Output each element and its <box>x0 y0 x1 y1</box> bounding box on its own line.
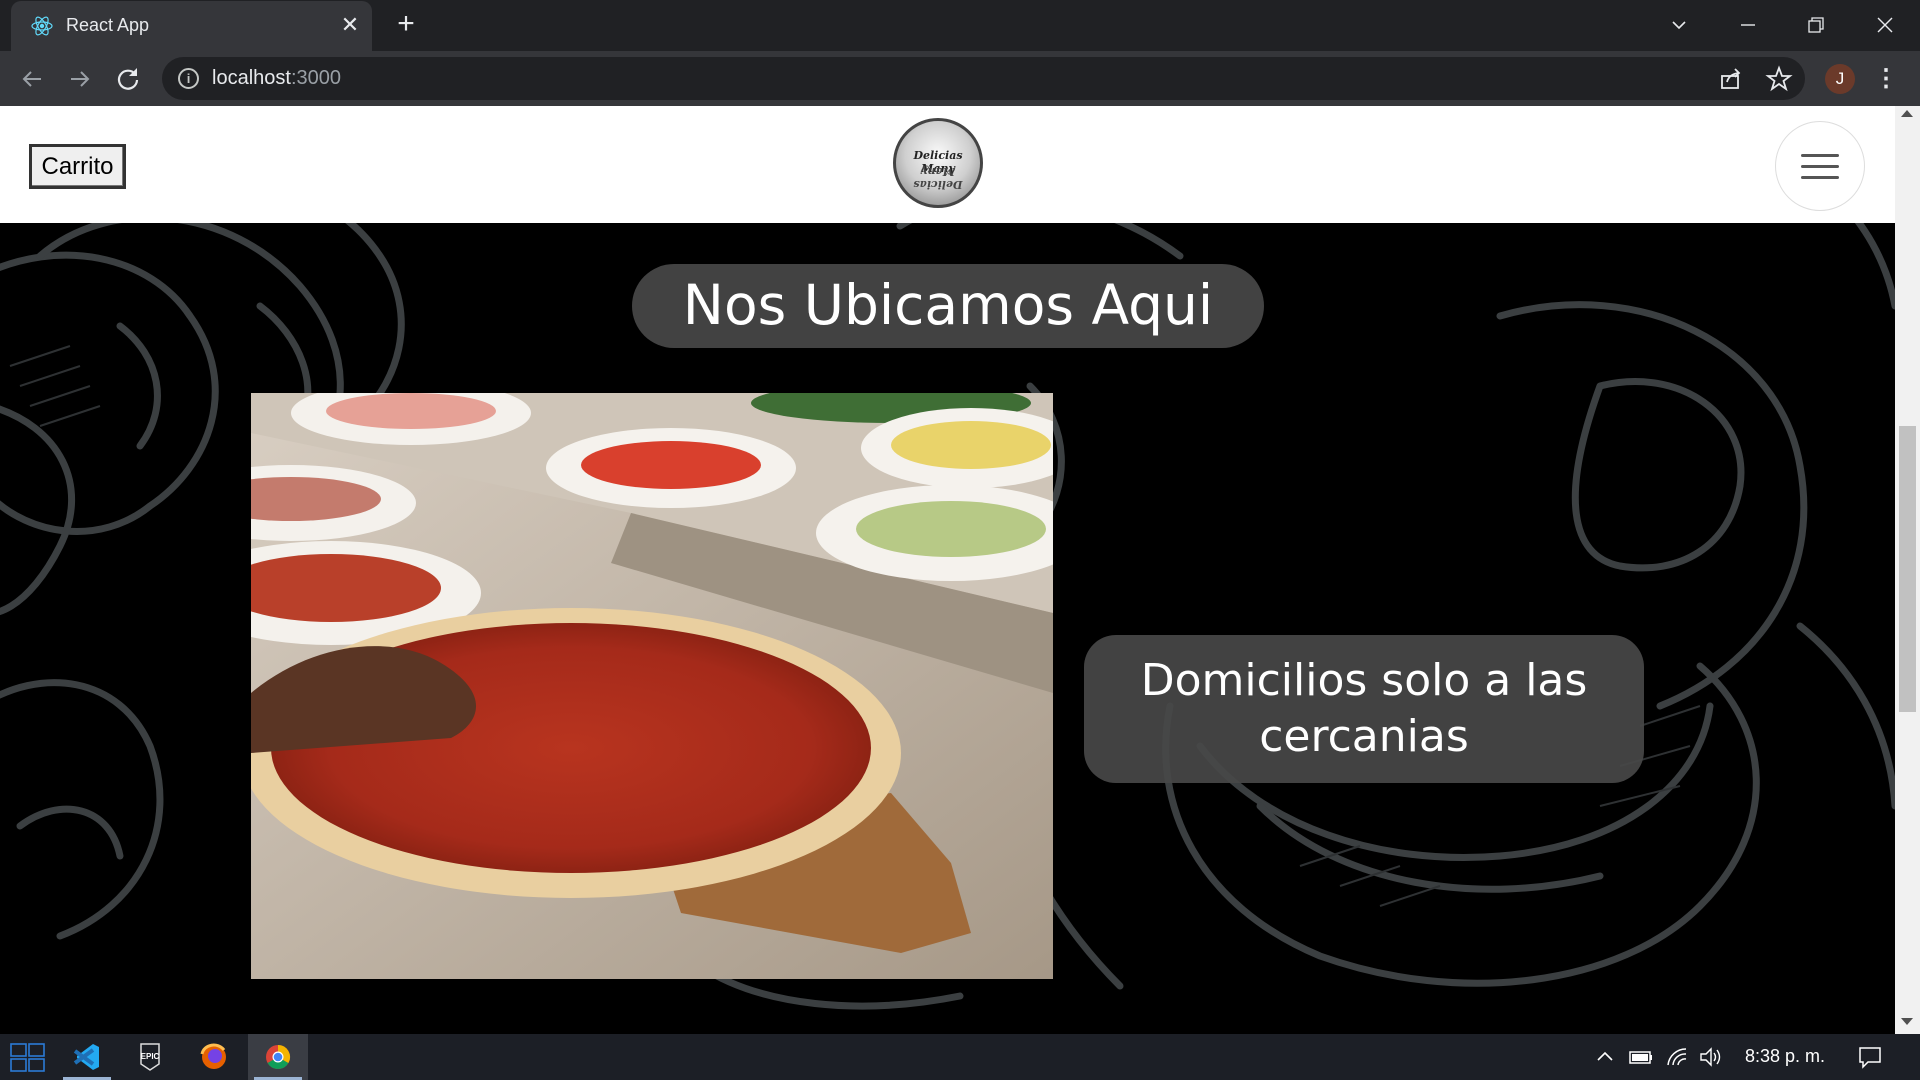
info-icon[interactable]: i <box>178 68 199 89</box>
chevron-down-icon[interactable] <box>1664 10 1694 40</box>
windows-start-icon[interactable] <box>0 1034 60 1080</box>
back-icon[interactable] <box>15 62 49 96</box>
scrollbar[interactable] <box>1895 106 1920 1034</box>
window-close-icon[interactable] <box>1870 10 1900 40</box>
more-icon[interactable]: ⋮ <box>1874 63 1898 95</box>
plus-icon[interactable]: + <box>391 9 421 40</box>
url-text[interactable]: localhost:3000 <box>212 67 341 90</box>
taskbar: EPIC 8:38 p. m. <box>0 1034 1920 1080</box>
svg-text:EPIC: EPIC <box>141 1052 160 1061</box>
share-icon[interactable] <box>1717 65 1745 93</box>
avatar[interactable]: J <box>1825 64 1855 94</box>
chrome-icon[interactable] <box>248 1034 308 1080</box>
pizza-photo <box>251 393 1053 979</box>
react-icon <box>31 16 53 36</box>
star-icon[interactable] <box>1765 65 1793 93</box>
restore-icon[interactable] <box>1801 10 1831 40</box>
site-navbar: Carrito Delicias Many Delicias Many <box>0 106 1895 223</box>
reload-icon[interactable] <box>111 62 145 96</box>
clock[interactable]: 8:38 p. m. <box>1745 1046 1825 1067</box>
page-viewport: Carrito Delicias Many Delicias Many Nos … <box>0 106 1920 1034</box>
tab-title: React App <box>66 15 150 35</box>
scroll-down-icon[interactable] <box>1901 1018 1913 1025</box>
notification-icon[interactable] <box>1856 1045 1884 1069</box>
browser-toolbar: i localhost:3000 J ⋮ <box>0 51 1920 106</box>
wifi-icon[interactable] <box>1665 1045 1691 1069</box>
epic-games-icon[interactable]: EPIC <box>120 1034 180 1080</box>
scrollbar-thumb[interactable] <box>1899 426 1916 712</box>
logo[interactable]: Delicias Many Delicias Many <box>893 118 983 208</box>
address-bar[interactable]: i localhost:3000 <box>162 57 1805 100</box>
hamburger-icon[interactable] <box>1775 121 1865 211</box>
minimize-icon[interactable] <box>1733 10 1763 40</box>
vscode-icon[interactable] <box>57 1034 117 1080</box>
battery-icon[interactable] <box>1627 1045 1655 1069</box>
close-icon[interactable]: ✕ <box>337 12 363 38</box>
delivery-notice: Domicilios solo a las cercanias <box>1084 635 1644 783</box>
browser-tab-strip: React App ✕ + <box>0 0 1920 51</box>
firefox-icon[interactable] <box>184 1034 244 1080</box>
cart-button[interactable]: Carrito <box>29 144 126 189</box>
volume-icon[interactable] <box>1698 1045 1724 1069</box>
page-title: Nos Ubicamos Aqui <box>632 264 1264 348</box>
forward-icon[interactable] <box>63 62 97 96</box>
logo-text-mirrored: Delicias Many <box>913 165 963 191</box>
scroll-up-icon[interactable] <box>1901 110 1913 117</box>
chevron-up-icon[interactable] <box>1593 1045 1617 1069</box>
browser-tab[interactable]: React App ✕ <box>11 1 372 51</box>
